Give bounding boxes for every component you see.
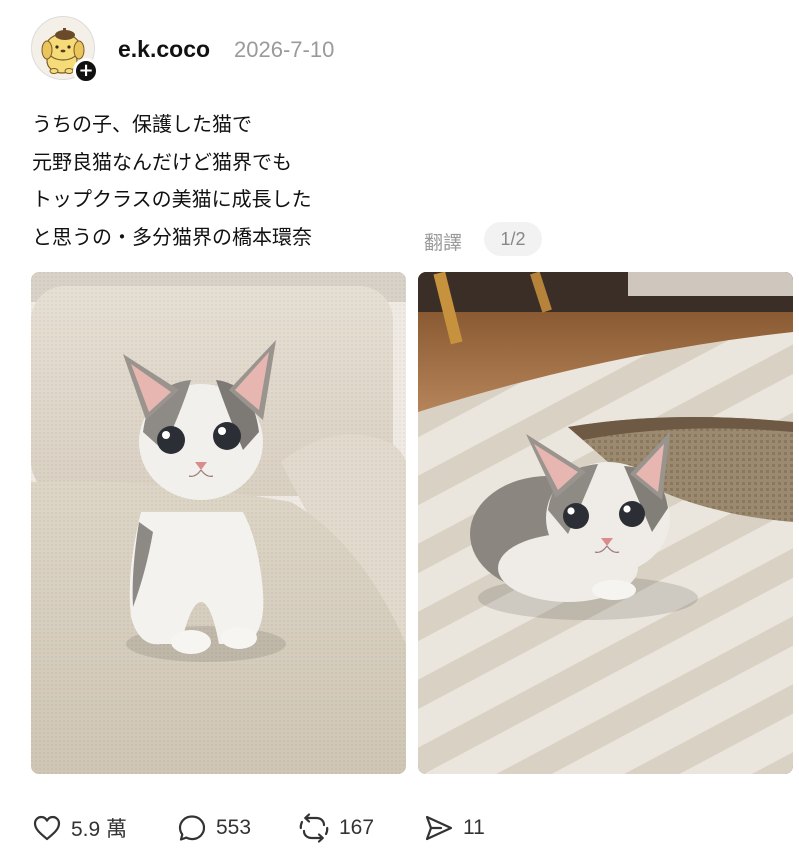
- repost-count: 167: [339, 816, 375, 839]
- post-text: うちの子、保護した猫で 元野良猫なんだけど猫界でも トップクラスの美猫に成長した…: [32, 106, 432, 256]
- action-bar: 5.9 萬 553 167 11: [31, 808, 591, 848]
- repost-button[interactable]: 167: [297, 808, 374, 848]
- like-count: 5.9 萬: [71, 818, 128, 841]
- post-date: 2026-7-10: [234, 37, 335, 62]
- share-count: 11: [463, 816, 485, 839]
- post-photo-2[interactable]: [418, 272, 793, 774]
- like-button[interactable]: 5.9 萬: [31, 808, 127, 848]
- share-button[interactable]: 11: [423, 808, 485, 848]
- post-text-line: うちの子、保護した猫で: [32, 112, 252, 136]
- repost-arrows-icon: [299, 813, 329, 843]
- kitten-sitting-photo: [31, 272, 406, 774]
- post-photo-1[interactable]: [31, 272, 406, 774]
- post-text-line: トップクラスの美猫に成長した: [32, 187, 312, 211]
- translate-link[interactable]: 翻譯: [424, 228, 462, 255]
- heart-icon: [33, 815, 61, 841]
- speech-bubble-icon: [178, 815, 206, 841]
- follow-button[interactable]: +: [73, 58, 99, 84]
- comment-count: 553: [216, 816, 252, 839]
- username[interactable]: e.k.coco: [118, 36, 210, 63]
- kitten-crouching-photo: [418, 272, 793, 774]
- page-indicator: 1/2: [484, 222, 542, 256]
- send-arrow-icon: [425, 815, 453, 841]
- post-text-line: 元野良猫なんだけど猫界でも: [32, 149, 292, 174]
- post-text-line: と思うの・多分猫界の橋本環奈: [32, 224, 312, 249]
- comment-button[interactable]: 553: [176, 808, 251, 848]
